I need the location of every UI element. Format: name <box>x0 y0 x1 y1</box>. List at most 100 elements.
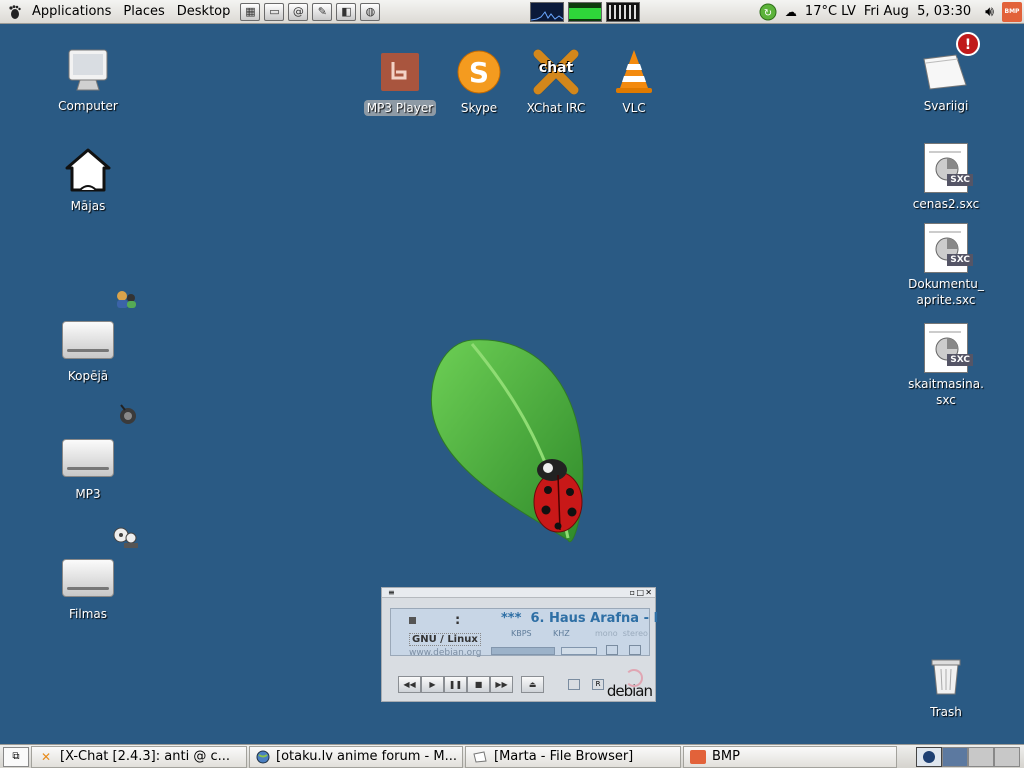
desktop-icon-label: Computer <box>58 99 118 113</box>
desktop-icon-computer[interactable]: Computer <box>43 44 133 114</box>
stop-button[interactable]: ■ <box>467 676 490 693</box>
desktop-icon-vlc[interactable]: VLC <box>589 46 679 116</box>
svg-text:↻: ↻ <box>764 8 772 19</box>
desktop-icon-label: MP3 <box>75 487 101 501</box>
update-notifier-icon[interactable]: ↻ <box>759 3 777 21</box>
workspace-4[interactable] <box>994 746 1020 767</box>
song-title: *** 6. Haus Arafna - I <box>501 611 659 626</box>
desktop-icon-skaitmasina[interactable]: SXC skaitmasina. sxc <box>901 322 991 408</box>
workspace-2[interactable] <box>942 746 968 767</box>
task-browser[interactable]: [otaku.lv anime forum - M... <box>249 745 463 768</box>
cpu-monitor-icon[interactable] <box>530 1 565 22</box>
office-launcher-icon[interactable]: ◧ <box>336 2 357 21</box>
memory-monitor-icon[interactable] <box>568 1 603 22</box>
workspace-1[interactable] <box>916 746 942 767</box>
next-button[interactable]: ▶▶ <box>490 676 513 693</box>
share-emblem-icon <box>114 288 138 310</box>
desktop-icon-label: Filmas <box>69 607 107 621</box>
home-icon <box>62 144 114 196</box>
debian-swirl-icon <box>625 669 643 687</box>
desktop-icon-svariigi[interactable]: ! Svariigi <box>901 32 991 114</box>
equalizer-toggle-icon[interactable] <box>606 645 618 655</box>
eject-button[interactable]: ⏏ <box>521 676 544 693</box>
player-display: : *** 6. Haus Arafna - I KBPS KHZ mono s… <box>390 608 658 658</box>
places-menu[interactable]: Places <box>117 0 170 24</box>
computer-icon <box>62 44 114 96</box>
folder-icon: ! <box>920 32 980 96</box>
stop-indicator-icon <box>409 617 416 624</box>
tray: ↻ ☁ 17°C LV Fri Aug 5, 03:30 🔊︎ BMP <box>755 1 1024 22</box>
bmp-tray-icon[interactable]: BMP <box>1002 1 1022 22</box>
desktop-icon-filmas[interactable]: Filmas <box>43 552 133 622</box>
gnome-foot-icon[interactable] <box>4 1 26 23</box>
terminal-launcher-icon[interactable]: ▭ <box>264 2 285 21</box>
kbps-label: KBPS <box>511 629 532 638</box>
calculator-launcher-icon[interactable]: ▦ <box>240 2 261 21</box>
task-label: BMP <box>712 749 740 764</box>
repeat-toggle-icon[interactable]: R <box>592 679 604 690</box>
previous-button[interactable]: ◀◀ <box>398 676 421 693</box>
network-monitor-icon[interactable] <box>606 1 641 22</box>
important-emblem-icon: ! <box>956 32 980 60</box>
browser-task-icon <box>256 749 270 765</box>
svg-text:S: S <box>469 56 489 89</box>
xchat-task-icon: ✕ <box>40 749 52 764</box>
player-time: : <box>455 613 461 628</box>
task-xchat[interactable]: ✕ [X-Chat [2.4.3]: anti @ c... <box>31 745 247 768</box>
desktop-icon-label: Dokumentu_ aprite.sxc <box>908 277 984 307</box>
skype-icon: S <box>453 46 505 98</box>
desktop-icon-mp3[interactable]: MP3 <box>43 432 133 502</box>
seek-bar[interactable] <box>491 647 555 655</box>
desktop-icon-cenas2[interactable]: SXC cenas2.sxc <box>901 142 991 212</box>
desktop-icon-mp3-player[interactable]: MP3 Player <box>355 46 445 116</box>
svg-text:!: ! <box>965 37 971 53</box>
bottom-panel: ⧉ ✕ [X-Chat [2.4.3]: anti @ c... [otaku.… <box>0 744 1024 768</box>
workspace-3[interactable] <box>968 746 994 767</box>
shuffle-toggle-icon[interactable] <box>568 679 580 690</box>
weather-label[interactable]: 17°C LV <box>805 4 856 19</box>
film-emblem-icon <box>112 526 140 550</box>
player-shade-icon[interactable]: □ <box>636 588 644 597</box>
applications-menu[interactable]: Applications <box>26 0 117 24</box>
pause-button[interactable]: ❚❚ <box>444 676 467 693</box>
sxc-tag: SXC <box>947 354 973 366</box>
player-close-icon[interactable]: ✕ <box>645 588 652 597</box>
volume-icon[interactable]: 🔊︎ <box>985 4 994 20</box>
drive-icon <box>62 552 114 604</box>
mono-stereo-label: mono stereo <box>595 629 648 638</box>
desktop-icon-home[interactable]: Mājas <box>43 144 133 214</box>
drive-icon <box>62 314 114 366</box>
desktop-icon-label: skaitmasina. sxc <box>908 377 984 407</box>
task-file-browser[interactable]: [Marta - File Browser] <box>465 745 681 768</box>
desktop-icon-kopeja[interactable]: Kopējā <box>43 314 133 384</box>
player-minimize-icon[interactable]: ▫ <box>630 588 635 597</box>
player-menu-icon[interactable]: ≡ <box>388 588 395 597</box>
desktop-icon-label: XChat IRC <box>526 101 586 115</box>
xchat-icon: chat <box>530 46 582 98</box>
debian-url: www.debian.org <box>409 648 482 658</box>
desktop-icon-label: Trash <box>930 705 962 719</box>
system-monitors <box>528 1 642 22</box>
clock[interactable]: Fri Aug 5, 03:30 <box>864 4 971 19</box>
email-launcher-icon[interactable]: @ <box>288 2 309 21</box>
wallpaper-leaf-ladybug <box>410 330 610 570</box>
playlist-toggle-icon[interactable] <box>629 645 641 655</box>
vlc-cone-icon <box>608 46 660 98</box>
play-button[interactable]: ▶ <box>421 676 444 693</box>
show-desktop-button[interactable]: ⧉ <box>3 746 29 767</box>
volume-slider[interactable] <box>561 647 597 655</box>
desktop-icon-label: Kopējā <box>67 369 109 383</box>
desktop-menu[interactable]: Desktop <box>171 0 237 24</box>
gnu-linux-badge: GNU / Linux <box>409 633 481 646</box>
desktop-icon-trash[interactable]: Trash <box>901 650 991 720</box>
desktop-icon-xchat[interactable]: chat XChat IRC <box>511 46 601 116</box>
browser-launcher-icon[interactable]: ◍ <box>360 2 381 21</box>
audio-player-window[interactable]: ≡ ▫ □ ✕ OAIDV : *** 6. Haus Arafna - I K… <box>381 587 658 702</box>
desktop-icon-dokumentu-aprite[interactable]: SXC Dokumentu_ aprite.sxc <box>901 222 991 308</box>
task-bmp[interactable]: BMP <box>683 745 897 768</box>
desktop-icon-label: Mājas <box>70 199 106 213</box>
text-editor-launcher-icon[interactable]: ✎ <box>312 2 333 21</box>
player-titlebar[interactable]: ≡ ▫ □ ✕ <box>382 588 655 598</box>
desktop-icon-label: VLC <box>622 101 646 115</box>
sxc-tag: SXC <box>947 174 973 186</box>
